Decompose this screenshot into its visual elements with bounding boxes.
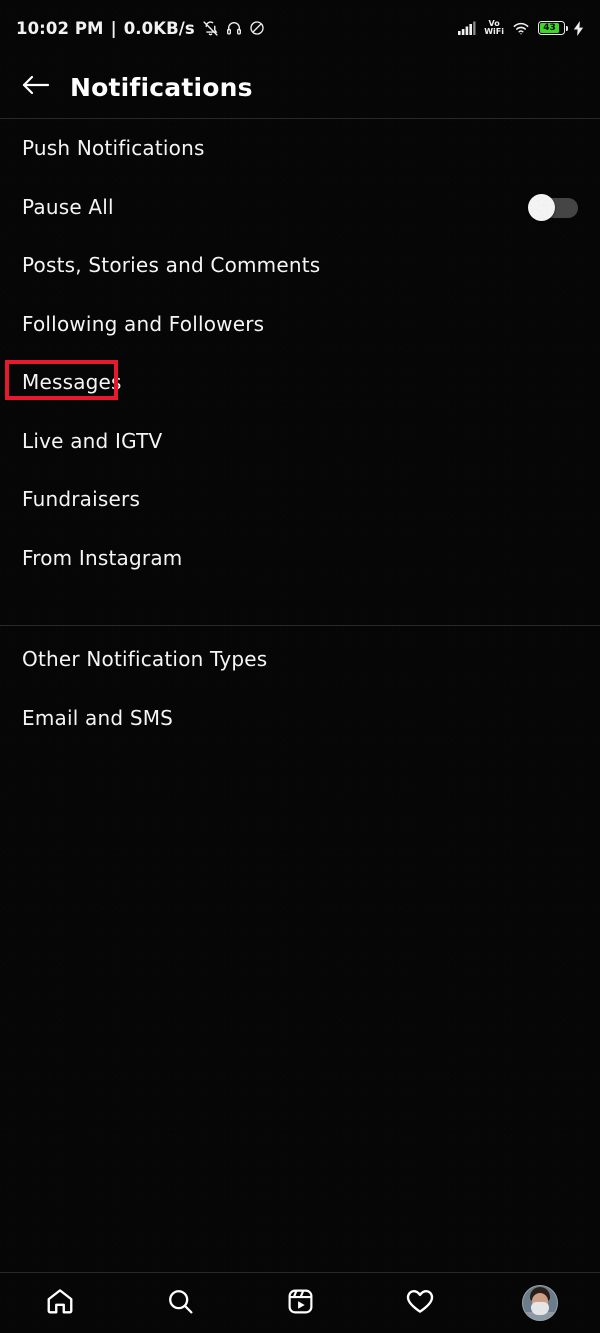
nav-item-search[interactable]	[150, 1275, 210, 1331]
status-separator: |	[110, 18, 117, 38]
list-item-push-notifications: Push Notifications	[0, 119, 600, 178]
battery-percent-label: 43	[543, 22, 556, 33]
list-item-messages[interactable]: Messages	[0, 353, 600, 412]
pause-all-toggle[interactable]	[528, 193, 578, 221]
list-item-label: Messages	[22, 370, 122, 395]
home-icon	[45, 1286, 75, 1320]
back-arrow-icon	[21, 73, 51, 101]
list-item-label: Other Notification Types	[22, 647, 268, 672]
bell-muted-icon	[202, 20, 219, 37]
bottom-navigation-bar	[0, 1273, 600, 1333]
dnd-icon	[249, 20, 265, 36]
settings-list: Push Notifications Pause All Posts, Stor…	[0, 119, 600, 747]
list-item-label: Pause All	[22, 194, 114, 219]
wifi-icon	[512, 21, 530, 35]
nav-item-profile[interactable]	[510, 1275, 570, 1331]
nav-item-reels[interactable]	[270, 1275, 330, 1331]
headphones-icon	[226, 20, 242, 36]
list-item-other-notification-types: Other Notification Types	[0, 630, 600, 689]
battery-fill: 43	[540, 22, 559, 33]
list-item-label: From Instagram	[22, 545, 183, 570]
nav-item-activity[interactable]	[390, 1275, 450, 1331]
status-clock: 10:02 PM	[16, 18, 104, 38]
signal-bars-icon	[458, 21, 476, 35]
list-item-label: Following and Followers	[22, 311, 265, 336]
status-bar-left: 10:02 PM | 0.0KB/s	[16, 19, 265, 38]
list-item-label: Live and IGTV	[22, 428, 163, 453]
phone-screen: 10:02 PM | 0.0KB/s Vo WiFi 43 Notificati…	[0, 0, 600, 1333]
list-item-live-and-igtv[interactable]: Live and IGTV	[0, 412, 600, 471]
page-title: Notifications	[70, 72, 253, 102]
list-item-label: Posts, Stories and Comments	[22, 253, 321, 278]
profile-avatar	[522, 1285, 558, 1321]
network-speed: 0.0KB/s	[123, 18, 195, 38]
list-item-following-and-followers[interactable]: Following and Followers	[0, 295, 600, 354]
list-item-label: Fundraisers	[22, 487, 141, 512]
volte-wifi-icon: Vo WiFi	[484, 19, 504, 37]
list-item-posts-stories-comments[interactable]: Posts, Stories and Comments	[0, 236, 600, 295]
list-item-fundraisers[interactable]: Fundraisers	[0, 470, 600, 529]
avatar-mask	[531, 1302, 549, 1315]
battery-icon: 43	[538, 21, 569, 35]
back-button[interactable]	[8, 59, 64, 115]
page-header: Notifications	[0, 56, 600, 118]
list-item-label: Push Notifications	[22, 136, 205, 161]
toggle-knob	[528, 193, 555, 221]
charging-bolt-icon	[573, 20, 584, 36]
list-item-from-instagram[interactable]: From Instagram	[0, 529, 600, 588]
reels-icon	[286, 1287, 315, 1320]
list-item-label: Email and SMS	[22, 705, 174, 730]
section-divider	[0, 625, 600, 626]
list-item-email-and-sms[interactable]: Email and SMS	[0, 689, 600, 748]
list-item-pause-all[interactable]: Pause All	[0, 178, 600, 237]
search-icon	[166, 1287, 195, 1320]
status-bar-right: Vo WiFi 43	[458, 19, 584, 37]
volte-line-2: WiFi	[484, 27, 504, 36]
heart-icon	[405, 1286, 435, 1320]
header-divider	[0, 118, 600, 119]
status-bar: 10:02 PM | 0.0KB/s Vo WiFi 43	[0, 0, 600, 56]
nav-item-home[interactable]	[30, 1275, 90, 1331]
